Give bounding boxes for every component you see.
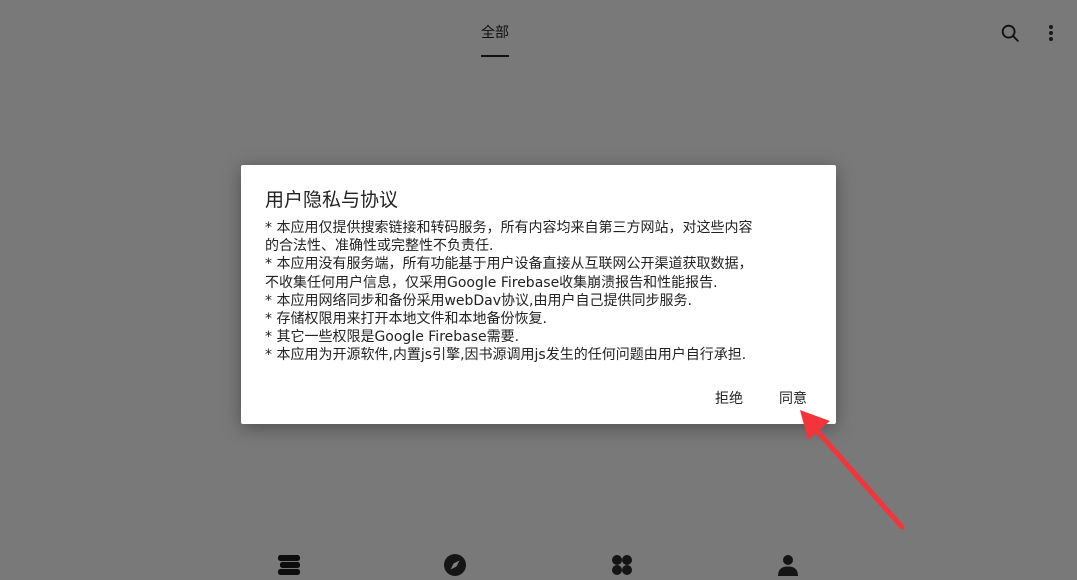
dialog-line: 的合法性、准确性或完整性不负责任. (265, 238, 494, 255)
agree-button[interactable]: 同意 (779, 388, 807, 408)
dialog-line: * 本应用仅提供搜索链接和转码服务，所有内容均来自第三方网站，对这些内容 (265, 220, 753, 236)
app-root: 全部 (0, 0, 1077, 580)
dialog-line: * 本应用网络同步和备份采用webDav协议,由用户自己提供同步服务. (265, 292, 692, 309)
dialog-title: 用户隐私与协议 (265, 189, 399, 211)
dialog-line: * 存储权限用来打开本地文件和本地备份恢复. (265, 311, 547, 328)
dialog-message: * 本应用仅提供搜索链接和转码服务，所有内容均来自第三方网站，对这些内容 的合法… (265, 219, 821, 365)
privacy-dialog: 用户隐私与协议 * 本应用仅提供搜索链接和转码服务，所有内容均来自第三方网站，对… (241, 165, 836, 424)
dialog-line: * 其它一些权限是Google Firebase需要. (265, 329, 520, 346)
dialog-line: * 本应用为开源软件,内置js引擎,因书源调用js发生的任何问题由用户自行承担. (265, 347, 747, 364)
reject-button[interactable]: 拒绝 (715, 388, 743, 408)
dialog-actions: 拒绝 同意 (241, 386, 836, 410)
dialog-line: * 本应用没有服务端，所有功能基于用户设备直接从互联网公开渠道获取数据， (265, 256, 753, 273)
dialog-line: 不收集任何用户信息，仅采用Google Firebase收集崩溃报告和性能报告. (265, 274, 718, 291)
